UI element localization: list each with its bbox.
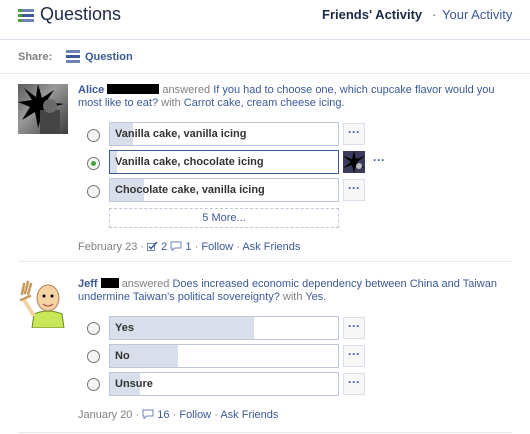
ask-friends-link[interactable]: Ask Friends (242, 241, 300, 253)
redacted-name (107, 84, 160, 94)
option-radio[interactable] (87, 185, 100, 198)
follow-count[interactable]: 2 (161, 241, 167, 253)
follow-count-icon (147, 241, 158, 251)
page-header: Questions Friends' Activity · Your Activ… (0, 0, 530, 40)
story-meta: February 23 · 2 1 · Follow · Ask Friends (78, 241, 300, 253)
tab-separator: · (432, 7, 437, 22)
share-bar: Share: Question (0, 40, 530, 74)
option-label: Yes (115, 322, 134, 334)
avatar[interactable] (18, 278, 68, 328)
option-more-button[interactable]: ··· (343, 345, 365, 367)
story-jeff: Jeff answered Does increased economic de… (0, 268, 530, 434)
story-date[interactable]: January 20 (78, 409, 132, 421)
story-alice: Alice answered If you had to choose one,… (0, 74, 530, 260)
poll-option-selected[interactable]: Vanilla cake, chocolate icing (109, 150, 339, 174)
story-text: Jeff answered Does increased economic de… (78, 278, 518, 304)
comment-count[interactable]: 16 (157, 409, 169, 421)
option-label: Vanilla cake, vanilla icing (115, 128, 247, 140)
option-label: Vanilla cake, chocolate icing (115, 156, 264, 168)
story-divider (18, 261, 512, 262)
answer-text[interactable]: Yes. (305, 291, 326, 303)
option-more-button[interactable]: ··· (343, 123, 365, 145)
poll-option[interactable]: No (109, 344, 339, 368)
story-verb: answered (162, 84, 211, 96)
option-label: Chocolate cake, vanilla icing (115, 184, 265, 196)
poll-option[interactable]: Chocolate cake, vanilla icing (109, 178, 339, 202)
follow-link[interactable]: Follow (179, 409, 211, 421)
page-title: Questions (40, 4, 122, 24)
ask-friends-link[interactable]: Ask Friends (220, 409, 278, 421)
poll-option[interactable]: Yes (109, 316, 339, 340)
tab-friends-activity[interactable]: Friends' Activity (322, 7, 422, 22)
meta-separator: · (172, 409, 177, 421)
answer-prefix: with (282, 291, 303, 303)
meta-separator: · (236, 241, 240, 253)
share-question-link[interactable]: Question (85, 51, 133, 63)
meta-separator: · (214, 409, 218, 421)
poll-option[interactable]: Unsure (109, 372, 339, 396)
option-radio[interactable] (87, 378, 100, 391)
option-label: No (115, 350, 130, 362)
comment-icon (142, 409, 154, 419)
tab-your-activity[interactable]: Your Activity (442, 7, 512, 22)
share-label: Share: (18, 51, 53, 63)
actor-name[interactable]: Alice (78, 84, 104, 96)
more-options-link[interactable]: 5 More... (109, 208, 339, 228)
answer-prefix: with (161, 97, 181, 109)
meta-separator: · (194, 241, 199, 253)
answer-text[interactable]: Carrot cake, cream cheese icing. (184, 97, 345, 109)
option-radio[interactable] (87, 350, 100, 363)
redacted-name (100, 278, 119, 288)
comment-icon (170, 241, 182, 251)
comment-count[interactable]: 1 (185, 241, 191, 253)
poll-option[interactable]: Vanilla cake, vanilla icing (109, 122, 339, 146)
option-more-button[interactable]: ··· (343, 373, 365, 395)
option-more-button[interactable]: ··· (343, 317, 365, 339)
story-date[interactable]: February 23 (78, 241, 137, 253)
option-label: Unsure (115, 378, 153, 390)
avatar[interactable] (18, 84, 68, 134)
actor-name[interactable]: Jeff (78, 278, 98, 290)
follow-link[interactable]: Follow (201, 241, 233, 253)
option-radio[interactable] (87, 322, 100, 335)
story-divider (18, 432, 512, 433)
question-icon (66, 50, 80, 63)
option-more-button[interactable]: ··· (343, 179, 365, 201)
meta-separator: · (140, 241, 145, 253)
story-text: Alice answered If you had to choose one,… (78, 84, 518, 110)
meta-separator: · (135, 409, 140, 421)
questions-icon (18, 8, 34, 24)
voter-avatar[interactable] (343, 151, 365, 173)
option-radio-selected[interactable] (87, 157, 100, 170)
story-meta: January 20 · 16 · Follow · Ask Friends (78, 409, 278, 421)
story-verb: answered (121, 278, 170, 290)
option-more-button[interactable]: ··· (368, 151, 390, 173)
option-radio[interactable] (87, 129, 100, 142)
